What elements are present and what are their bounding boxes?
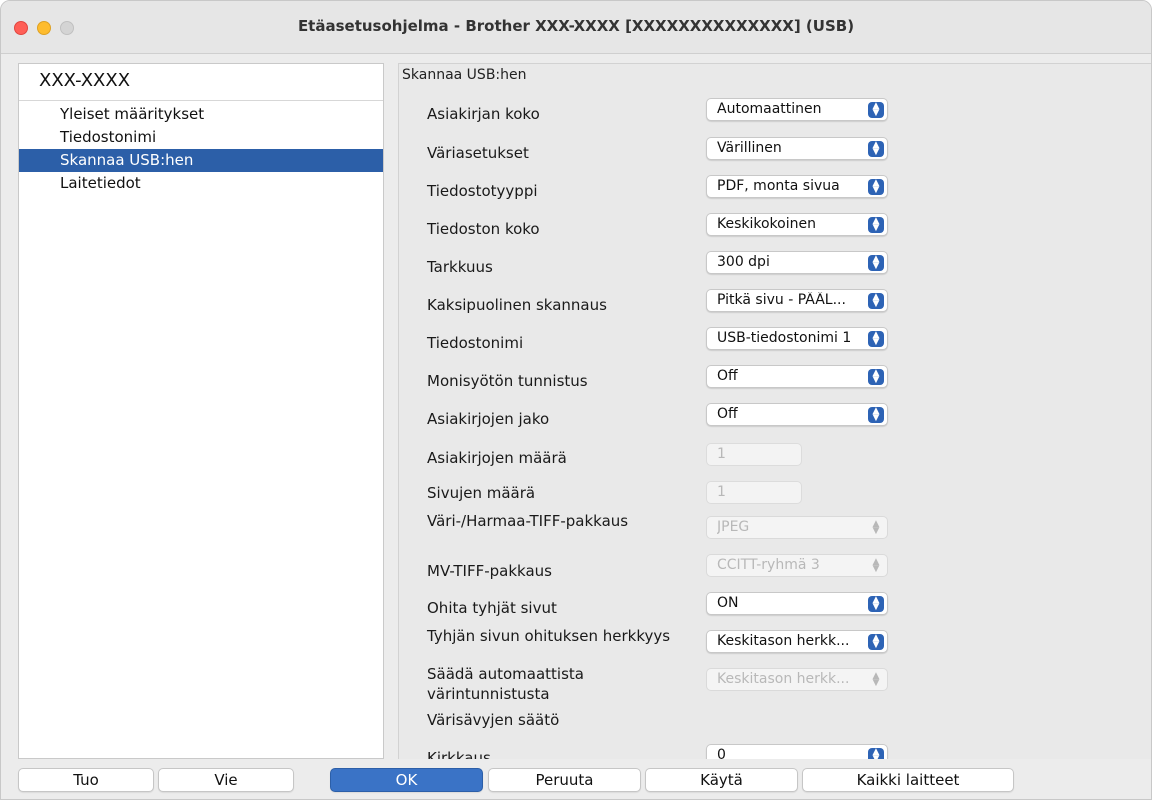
page-count-value: 1 [717, 484, 726, 500]
up-down-chevron-icon: ▲ ▼ [868, 102, 884, 118]
document-count-value: 1 [717, 446, 726, 462]
file-type-select[interactable]: PDF, monta sivua ▲ ▼ [706, 175, 888, 198]
bw-tiff-compression-select[interactable]: CCITT-ryhmä 3 ▲ ▼ [706, 554, 888, 577]
remote-setup-window: Etäasetusohjelma - Brother XXX-XXXX [XXX… [0, 0, 1152, 800]
settings-panel: Skannaa USB:hen Asiakirjan koko Automaat… [398, 63, 1151, 759]
document-separation-label: Asiakirjojen jako [427, 410, 550, 428]
file-name-select[interactable]: USB-tiedostonimi 1 ▲ ▼ [706, 327, 888, 350]
file-size-value: Keskikokoinen [717, 216, 816, 232]
multifeed-detection-label: Monisyötön tunnistus [427, 372, 588, 390]
up-down-chevron-icon: ▲ ▼ [868, 634, 884, 650]
document-separation-value: Off [717, 406, 738, 422]
blank-page-sensitivity-label: Tyhjän sivun ohituksen herkkyys [427, 627, 671, 645]
document-count-label: Asiakirjojen määrä [427, 449, 567, 467]
up-down-chevron-icon: ▲ ▼ [868, 369, 884, 385]
skip-blank-page-value: ON [717, 595, 739, 611]
up-down-chevron-icon: ▲ ▼ [872, 519, 880, 536]
up-down-chevron-icon: ▲ ▼ [868, 255, 884, 271]
auto-color-detect-select[interactable]: Keskitason herkk... ▲ ▼ [706, 668, 888, 691]
skip-blank-page-label: Ohita tyhjät sivut [427, 599, 557, 617]
sidebar-item-general-settings[interactable]: Yleiset määritykset [19, 103, 383, 126]
sidebar: XXX-XXXX Yleiset määritykset Tiedostonim… [18, 63, 384, 759]
color-tiff-compression-label: Väri-/Harmaa-TIFF-pakkaus [427, 512, 629, 530]
color-tone-adjust-heading: Värisävyjen säätö [427, 711, 560, 729]
file-size-label: Tiedoston koko [427, 220, 540, 238]
cancel-button[interactable]: Peruuta [488, 768, 641, 792]
multifeed-detection-value: Off [717, 368, 738, 384]
blank-page-sensitivity-select[interactable]: Keskitason herkk... ▲ ▼ [706, 630, 888, 653]
duplex-scan-select[interactable]: Pitkä sivu - PÄÄL... ▲ ▼ [706, 289, 888, 312]
brightness-label: Kirkkaus [427, 749, 491, 759]
resolution-value: 300 dpi [717, 254, 770, 270]
up-down-chevron-icon: ▲ ▼ [868, 748, 884, 759]
title-bar[interactable]: Etäasetusohjelma - Brother XXX-XXXX [XXX… [1, 1, 1151, 54]
color-tiff-compression-value: JPEG [717, 519, 750, 535]
file-name-label: Tiedostonimi [427, 334, 524, 352]
apply-button[interactable]: Käytä [645, 768, 798, 792]
up-down-chevron-icon: ▲ ▼ [868, 179, 884, 195]
multifeed-detection-select[interactable]: Off ▲ ▼ [706, 365, 888, 388]
document-count-field[interactable]: 1 [706, 443, 802, 466]
sidebar-device-name: XXX-XXXX [39, 70, 131, 91]
sidebar-item-scan-to-usb[interactable]: Skannaa USB:hen [19, 149, 383, 172]
resolution-select[interactable]: 300 dpi ▲ ▼ [706, 251, 888, 274]
sidebar-divider [19, 100, 383, 101]
brightness-value: 0 [717, 747, 726, 759]
color-settings-label: Väriasetukset [427, 144, 529, 162]
page-count-field[interactable]: 1 [706, 481, 802, 504]
file-size-select[interactable]: Keskikokoinen ▲ ▼ [706, 213, 888, 236]
auto-color-detect-label: Säädä automaattista värintunnistusta [427, 665, 584, 703]
all-devices-button[interactable]: Kaikki laitteet [802, 768, 1014, 792]
color-tiff-compression-select[interactable]: JPEG ▲ ▼ [706, 516, 888, 539]
up-down-chevron-icon: ▲ ▼ [872, 671, 880, 688]
brightness-select[interactable]: 0 ▲ ▼ [706, 744, 888, 759]
document-separation-select[interactable]: Off ▲ ▼ [706, 403, 888, 426]
document-size-select[interactable]: Automaattinen ▲ ▼ [706, 98, 888, 121]
import-button[interactable]: Tuo [18, 768, 154, 792]
auto-color-detect-value: Keskitason herkk... [717, 671, 850, 687]
sidebar-item-file-name[interactable]: Tiedostonimi [19, 126, 383, 149]
file-type-value: PDF, monta sivua [717, 178, 840, 194]
section-title: Skannaa USB:hen [402, 67, 527, 83]
duplex-scan-label: Kaksipuolinen skannaus [427, 296, 607, 314]
up-down-chevron-icon: ▲ ▼ [868, 331, 884, 347]
color-settings-value: Värillinen [717, 140, 782, 156]
sidebar-item-device-info[interactable]: Laitetiedot [19, 172, 383, 195]
color-settings-select[interactable]: Värillinen ▲ ▼ [706, 137, 888, 160]
file-type-label: Tiedostotyyppi [427, 182, 538, 200]
document-size-value: Automaattinen [717, 101, 822, 117]
window-title: Etäasetusohjelma - Brother XXX-XXXX [XXX… [297, 17, 855, 35]
up-down-chevron-icon: ▲ ▼ [868, 407, 884, 423]
up-down-chevron-icon: ▲ ▼ [868, 217, 884, 233]
ok-button[interactable]: OK [330, 768, 483, 792]
skip-blank-page-select[interactable]: ON ▲ ▼ [706, 592, 888, 615]
blank-page-sensitivity-value: Keskitason herkk... [717, 633, 850, 649]
document-size-label: Asiakirjan koko [427, 105, 540, 123]
bottom-button-bar: Tuo Vie OK Peruuta Käytä Kaikki laitteet [1, 759, 1151, 799]
bw-tiff-compression-label: MV-TIFF-pakkaus [427, 562, 552, 580]
page-count-label: Sivujen määrä [427, 484, 536, 502]
export-button[interactable]: Vie [158, 768, 294, 792]
file-name-value: USB-tiedostonimi 1 [717, 330, 852, 346]
bw-tiff-compression-value: CCITT-ryhmä 3 [717, 557, 820, 573]
up-down-chevron-icon: ▲ ▼ [868, 596, 884, 612]
up-down-chevron-icon: ▲ ▼ [868, 141, 884, 157]
resolution-label: Tarkkuus [427, 258, 493, 276]
up-down-chevron-icon: ▲ ▼ [872, 557, 880, 574]
duplex-scan-value: Pitkä sivu - PÄÄL... [717, 292, 846, 308]
up-down-chevron-icon: ▲ ▼ [868, 293, 884, 309]
